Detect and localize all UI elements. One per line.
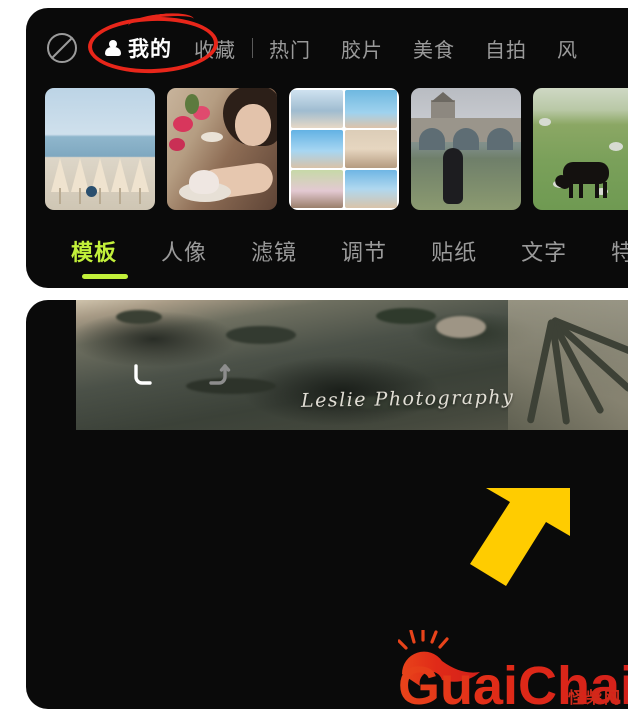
nav-item-selfie[interactable]: 自拍	[485, 34, 527, 63]
template-thumb-beach-umbrellas[interactable]	[45, 88, 155, 210]
nav-item-favorites[interactable]: 收藏	[194, 34, 236, 63]
nav-label-mine: 我的	[128, 38, 172, 61]
tab-sticker[interactable]: 贴纸	[431, 235, 477, 267]
template-thumb-black-goat[interactable]	[533, 88, 628, 210]
template-thumb-portrait-collage[interactable]	[289, 88, 399, 210]
preview-signature-text: Leslie Photography	[300, 386, 515, 412]
nav-divider	[252, 38, 253, 58]
image-preview[interactable]: Leslie Photography	[76, 300, 628, 430]
template-thumbnail-row	[26, 88, 628, 210]
redo-icon[interactable]	[201, 360, 231, 390]
editor-tab-bar: 模板 人像 滤镜 调节 贴纸 文字 特	[26, 221, 628, 281]
tab-portrait[interactable]: 人像	[161, 235, 207, 267]
active-tab-underline	[82, 274, 128, 279]
nav-item-mine[interactable]: 我的	[103, 33, 172, 63]
watermark-subtext: 怪柴网	[567, 690, 622, 707]
tab-text[interactable]: 文字	[521, 235, 567, 267]
app-screenshot: 我的 收藏 热门 胶片 美食 自拍 风 模板 人像 滤镜 调节 贴纸 文字 特 …	[0, 0, 628, 709]
editor-card: Leslie Photography	[26, 300, 628, 709]
top-category-nav: 我的 收藏 热门 胶片 美食 自拍 风	[26, 26, 628, 70]
tab-template[interactable]: 模板	[71, 235, 117, 267]
tab-filter[interactable]: 滤镜	[251, 235, 297, 267]
preview-palm-fronds	[522, 300, 628, 430]
nav-item-hot[interactable]: 热门	[269, 34, 311, 63]
tab-adjust[interactable]: 调节	[341, 235, 387, 267]
template-thumb-stone-bridge[interactable]	[411, 88, 521, 210]
no-entry-icon[interactable]	[45, 31, 79, 65]
nav-item-film[interactable]: 胶片	[341, 34, 383, 63]
nav-item-scenery[interactable]: 风	[557, 34, 578, 63]
template-browser-card: 我的 收藏 热门 胶片 美食 自拍 风 模板 人像 滤镜 调节 贴纸 文字 特	[26, 8, 628, 288]
undo-icon[interactable]	[130, 360, 160, 390]
nav-item-food[interactable]: 美食	[413, 34, 455, 63]
tab-effects[interactable]: 特	[611, 235, 628, 267]
template-thumb-flowers-portrait[interactable]	[167, 88, 277, 210]
person-icon	[103, 39, 122, 58]
